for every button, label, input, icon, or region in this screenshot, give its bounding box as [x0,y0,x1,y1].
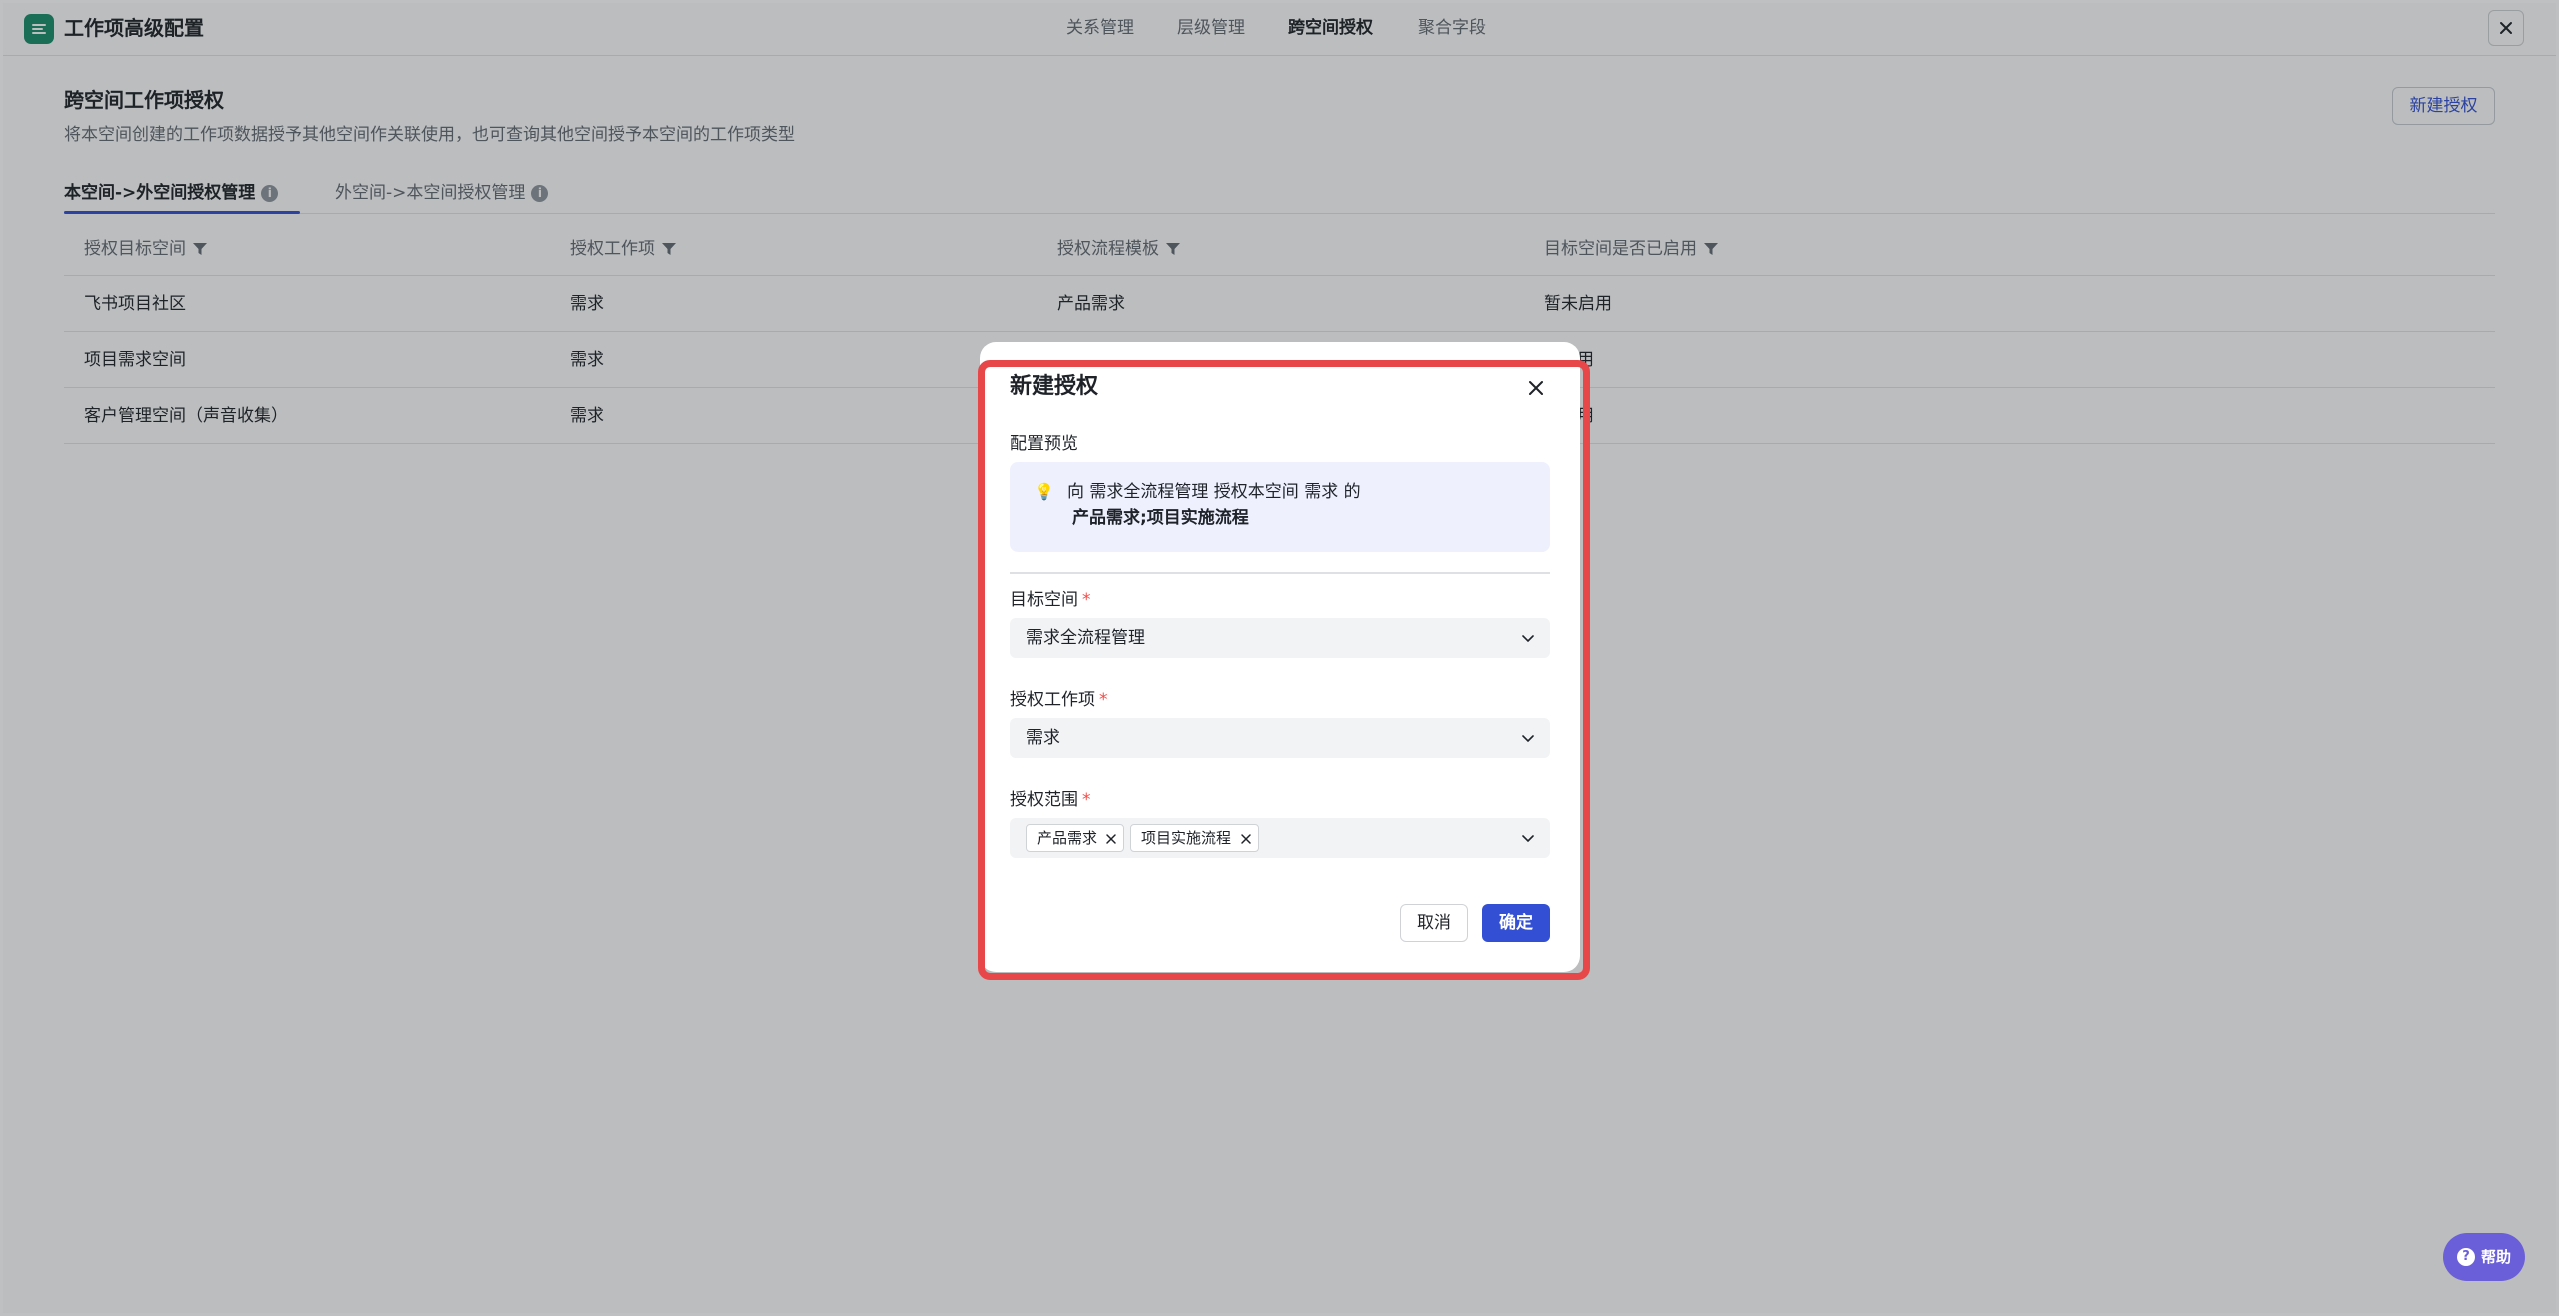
config-preview: 💡 向 需求全流程管理 授权本空间 需求 的 产品需求;项目实施流程 [1010,462,1550,552]
preview-label: 配置预览 [1010,434,1078,454]
tag-label: 项目实施流程 [1141,829,1232,847]
scope-label: 授权范围 * [1010,788,1091,812]
scope-tag: 项目实施流程 [1130,824,1259,852]
scope-multiselect[interactable]: 产品需求 项目实施流程 [1010,818,1550,858]
help-button[interactable]: ? 帮助 [2443,1233,2525,1281]
question-icon: ? [2457,1248,2475,1266]
field-label: 目标空间 [1010,590,1078,610]
scope-tag: 产品需求 [1026,824,1124,852]
chevron-down-icon [1522,635,1534,643]
confirm-button[interactable]: 确定 [1482,904,1550,942]
target-space-label: 目标空间 * [1010,588,1091,612]
chevron-down-icon [1522,835,1534,843]
dialog-close-button[interactable] [1524,376,1548,400]
work-item-select[interactable]: 需求 [1010,718,1550,758]
chevron-down-icon [1522,735,1534,743]
dialog-title: 新建授权 [1010,374,1099,399]
select-value: 需求全流程管理 [1026,628,1145,648]
cancel-button[interactable]: 取消 [1400,904,1468,942]
work-item-label: 授权工作项 * [1010,688,1108,712]
remove-tag-icon[interactable] [1240,833,1252,845]
lightbulb-icon: 💡 [1034,482,1054,501]
select-value: 需求 [1026,728,1060,748]
preview-text-line1: 向 需求全流程管理 授权本空间 需求 的 [1067,482,1361,502]
close-icon [1529,381,1543,395]
divider [1010,572,1550,574]
tag-label: 产品需求 [1037,829,1098,847]
field-label: 授权范围 [1010,790,1078,810]
help-label: 帮助 [2481,1248,2512,1266]
required-mark: * [1082,590,1091,610]
required-mark: * [1099,690,1108,710]
target-space-select[interactable]: 需求全流程管理 [1010,618,1550,658]
required-mark: * [1082,790,1091,810]
remove-tag-icon[interactable] [1105,833,1117,845]
field-label: 授权工作项 [1010,690,1095,710]
preview-text-line2: 产品需求;项目实施流程 [1072,508,1249,528]
